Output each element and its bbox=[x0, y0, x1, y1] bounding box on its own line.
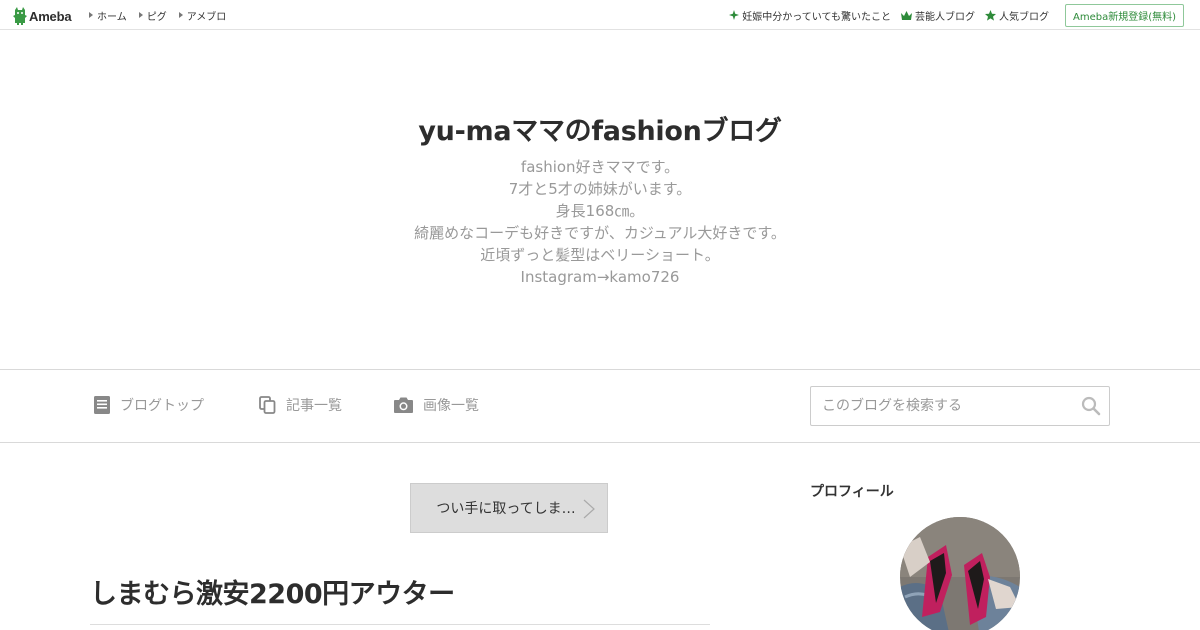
camera-icon bbox=[394, 397, 413, 413]
top-nav-pigg[interactable]: ピグ bbox=[138, 8, 167, 23]
sparkle-icon bbox=[729, 10, 740, 20]
trend-link-label: 妊娠中分かっていても驚いたこと bbox=[742, 11, 891, 23]
search-icon[interactable] bbox=[1081, 396, 1101, 416]
trend-link[interactable]: 妊娠中分かっていても驚いたこと bbox=[729, 8, 891, 23]
caret-right-icon bbox=[138, 12, 143, 18]
document-icon bbox=[94, 396, 110, 414]
popular-blog-link[interactable]: 人気ブログ bbox=[984, 8, 1049, 23]
top-nav-label: ホーム bbox=[97, 11, 127, 23]
next-entry-label: つい手に取ってしま… bbox=[436, 501, 576, 517]
blog-description-line: 7才と5才の姉妹がいます。 bbox=[508, 180, 692, 198]
entry-title[interactable]: しまむら激安2200円アウター bbox=[90, 572, 455, 611]
nav-entry-list-label: 記事一覧 bbox=[286, 398, 342, 414]
top-nav-label: アメブロ bbox=[186, 11, 227, 23]
caret-right-icon bbox=[89, 12, 93, 18]
top-right-links: 妊娠中分かっていても驚いたこと 芸能人ブログ 人気ブログ Ameba新規登録(無… bbox=[719, 0, 1184, 30]
nav-blog-top[interactable]: ブログトップ bbox=[94, 395, 204, 415]
chevron-right-icon bbox=[583, 499, 595, 519]
nav-blog-top-label: ブログトップ bbox=[120, 398, 204, 414]
top-nav-home[interactable]: ホーム bbox=[89, 8, 127, 23]
blog-search bbox=[810, 386, 1110, 426]
blog-search-input[interactable] bbox=[811, 387, 1071, 425]
register-button[interactable]: Ameba新規登録(無料) bbox=[1064, 3, 1184, 27]
ameba-logo[interactable]: Ameba bbox=[13, 6, 72, 26]
top-nav-ameblo[interactable]: アメブロ bbox=[178, 8, 227, 23]
profile-avatar[interactable] bbox=[900, 517, 1020, 630]
caret-right-icon bbox=[178, 12, 183, 18]
blog-description-line: 綺麗めなコーデも好きですが、カジュアル大好きです。 bbox=[414, 224, 786, 242]
nav-entry-list[interactable]: 記事一覧 bbox=[259, 395, 342, 415]
crown-icon bbox=[900, 10, 912, 20]
next-entry-button[interactable]: つい手に取ってしま… bbox=[410, 483, 608, 533]
star-icon bbox=[984, 9, 996, 21]
blog-header: yu-maママのfashionブログ fashion好きママです。 7才と5才の… bbox=[0, 30, 1200, 370]
blog-description-line: fashion好きママです。 bbox=[520, 158, 680, 176]
blog-nav-bar: ブログトップ 記事一覧 画像一覧 bbox=[0, 369, 1200, 443]
ameba-logo-icon bbox=[13, 7, 27, 25]
profile-photo bbox=[900, 517, 1020, 630]
blog-title[interactable]: yu-maママのfashionブログ bbox=[0, 109, 1200, 148]
top-nav: ホーム ピグ アメブロ bbox=[89, 0, 238, 30]
copy-icon bbox=[259, 396, 276, 414]
celebrity-blog-link[interactable]: 芸能人ブログ bbox=[900, 8, 975, 23]
top-bar: Ameba ホーム ピグ アメブロ 妊娠中分かっていても驚いたこと 芸能人ブログ… bbox=[0, 0, 1200, 30]
popular-blog-label: 人気ブログ bbox=[998, 11, 1049, 23]
blog-description: fashion好きママです。 7才と5才の姉妹がいます。 身長168㎝。 綺麗め… bbox=[0, 156, 1200, 288]
nav-image-list-label: 画像一覧 bbox=[423, 398, 479, 414]
top-nav-label: ピグ bbox=[146, 11, 167, 23]
entry-divider bbox=[90, 624, 710, 625]
blog-description-line: 身長168㎝。 bbox=[555, 202, 645, 220]
celebrity-blog-label: 芸能人ブログ bbox=[914, 11, 975, 23]
nav-image-list[interactable]: 画像一覧 bbox=[394, 395, 479, 415]
ameba-logo-text: Ameba bbox=[29, 8, 72, 24]
blog-description-line: 近頃ずっと髪型はベリーショート。 bbox=[480, 246, 720, 264]
blog-description-line: Instagram→kamo726 bbox=[520, 268, 680, 286]
profile-heading: プロフィール bbox=[810, 484, 894, 500]
